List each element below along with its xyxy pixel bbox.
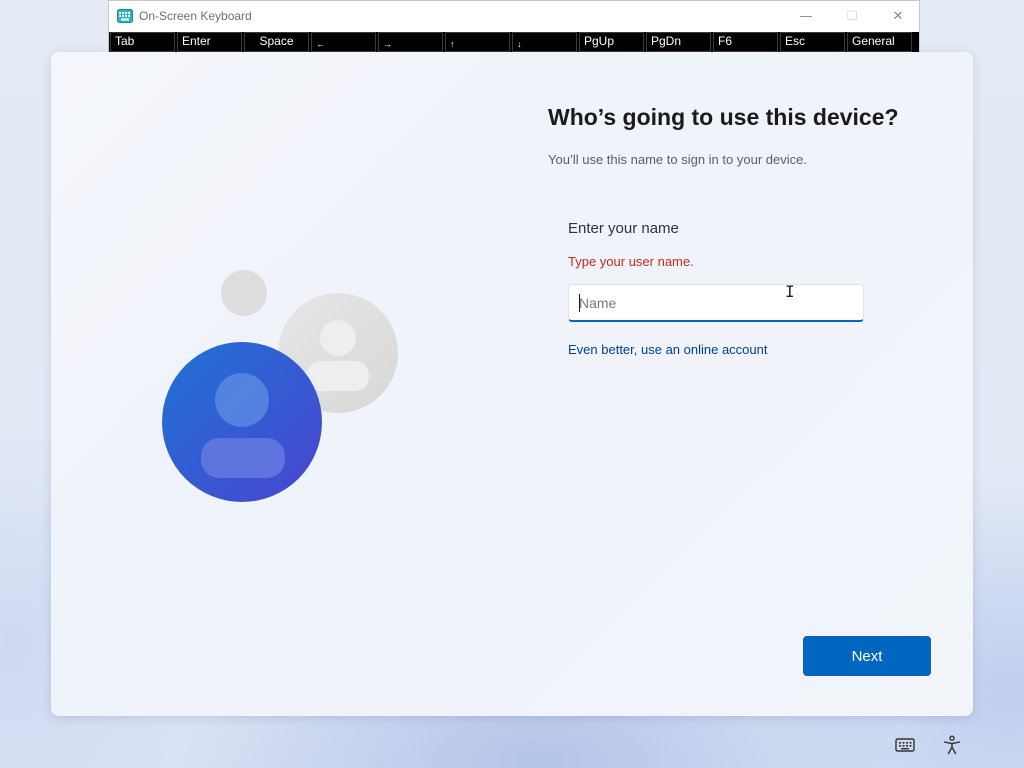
osk-title-bar[interactable]: On-Screen Keyboard — ☐ ✕ [109, 1, 919, 32]
ibeam-cursor-icon: I [785, 282, 795, 301]
key-left-arrow[interactable]: ← [311, 32, 376, 52]
key-right-arrow[interactable]: → [378, 32, 443, 52]
close-button[interactable]: ✕ [875, 1, 921, 32]
setup-card: Who’s going to use this device? You’ll u… [51, 52, 973, 716]
validation-error: Type your user name. [568, 254, 694, 269]
online-account-link[interactable]: Even better, use an online account [568, 342, 767, 357]
key-pgdn[interactable]: PgDn [646, 32, 711, 52]
name-input[interactable] [568, 284, 864, 322]
key-up-arrow[interactable]: ↑ [445, 32, 510, 52]
key-pgup[interactable]: PgUp [579, 32, 644, 52]
maximize-button[interactable]: ☐ [829, 1, 875, 32]
keyboard-app-icon [117, 9, 133, 23]
osk-window-title: On-Screen Keyboard [139, 9, 252, 23]
minimize-button[interactable]: — [783, 1, 829, 32]
page-subtitle: You’ll use this name to sign in to your … [548, 152, 807, 167]
next-button[interactable]: Next [803, 636, 931, 676]
key-esc[interactable]: Esc [780, 32, 845, 52]
key-general[interactable]: General [847, 32, 912, 52]
page-title: Who’s going to use this device? [548, 104, 899, 130]
name-field-label: Enter your name [568, 220, 679, 237]
accessibility-icon[interactable] [941, 735, 963, 755]
keyboard-icon[interactable] [894, 735, 916, 755]
osk-key-row: Tab Enter Space ← → ↑ ↓ PgUp PgDn F6 Esc… [109, 32, 919, 52]
key-down-arrow[interactable]: ↓ [512, 32, 577, 52]
key-tab[interactable]: Tab [110, 32, 175, 52]
small-grey-circle [221, 270, 267, 316]
text-caret [579, 294, 580, 312]
key-space[interactable]: Space [244, 32, 309, 52]
key-f6[interactable]: F6 [713, 32, 778, 52]
on-screen-keyboard-window: On-Screen Keyboard — ☐ ✕ Tab Enter Space… [108, 0, 920, 52]
users-illustration [162, 270, 398, 502]
key-enter[interactable]: Enter [177, 32, 242, 52]
